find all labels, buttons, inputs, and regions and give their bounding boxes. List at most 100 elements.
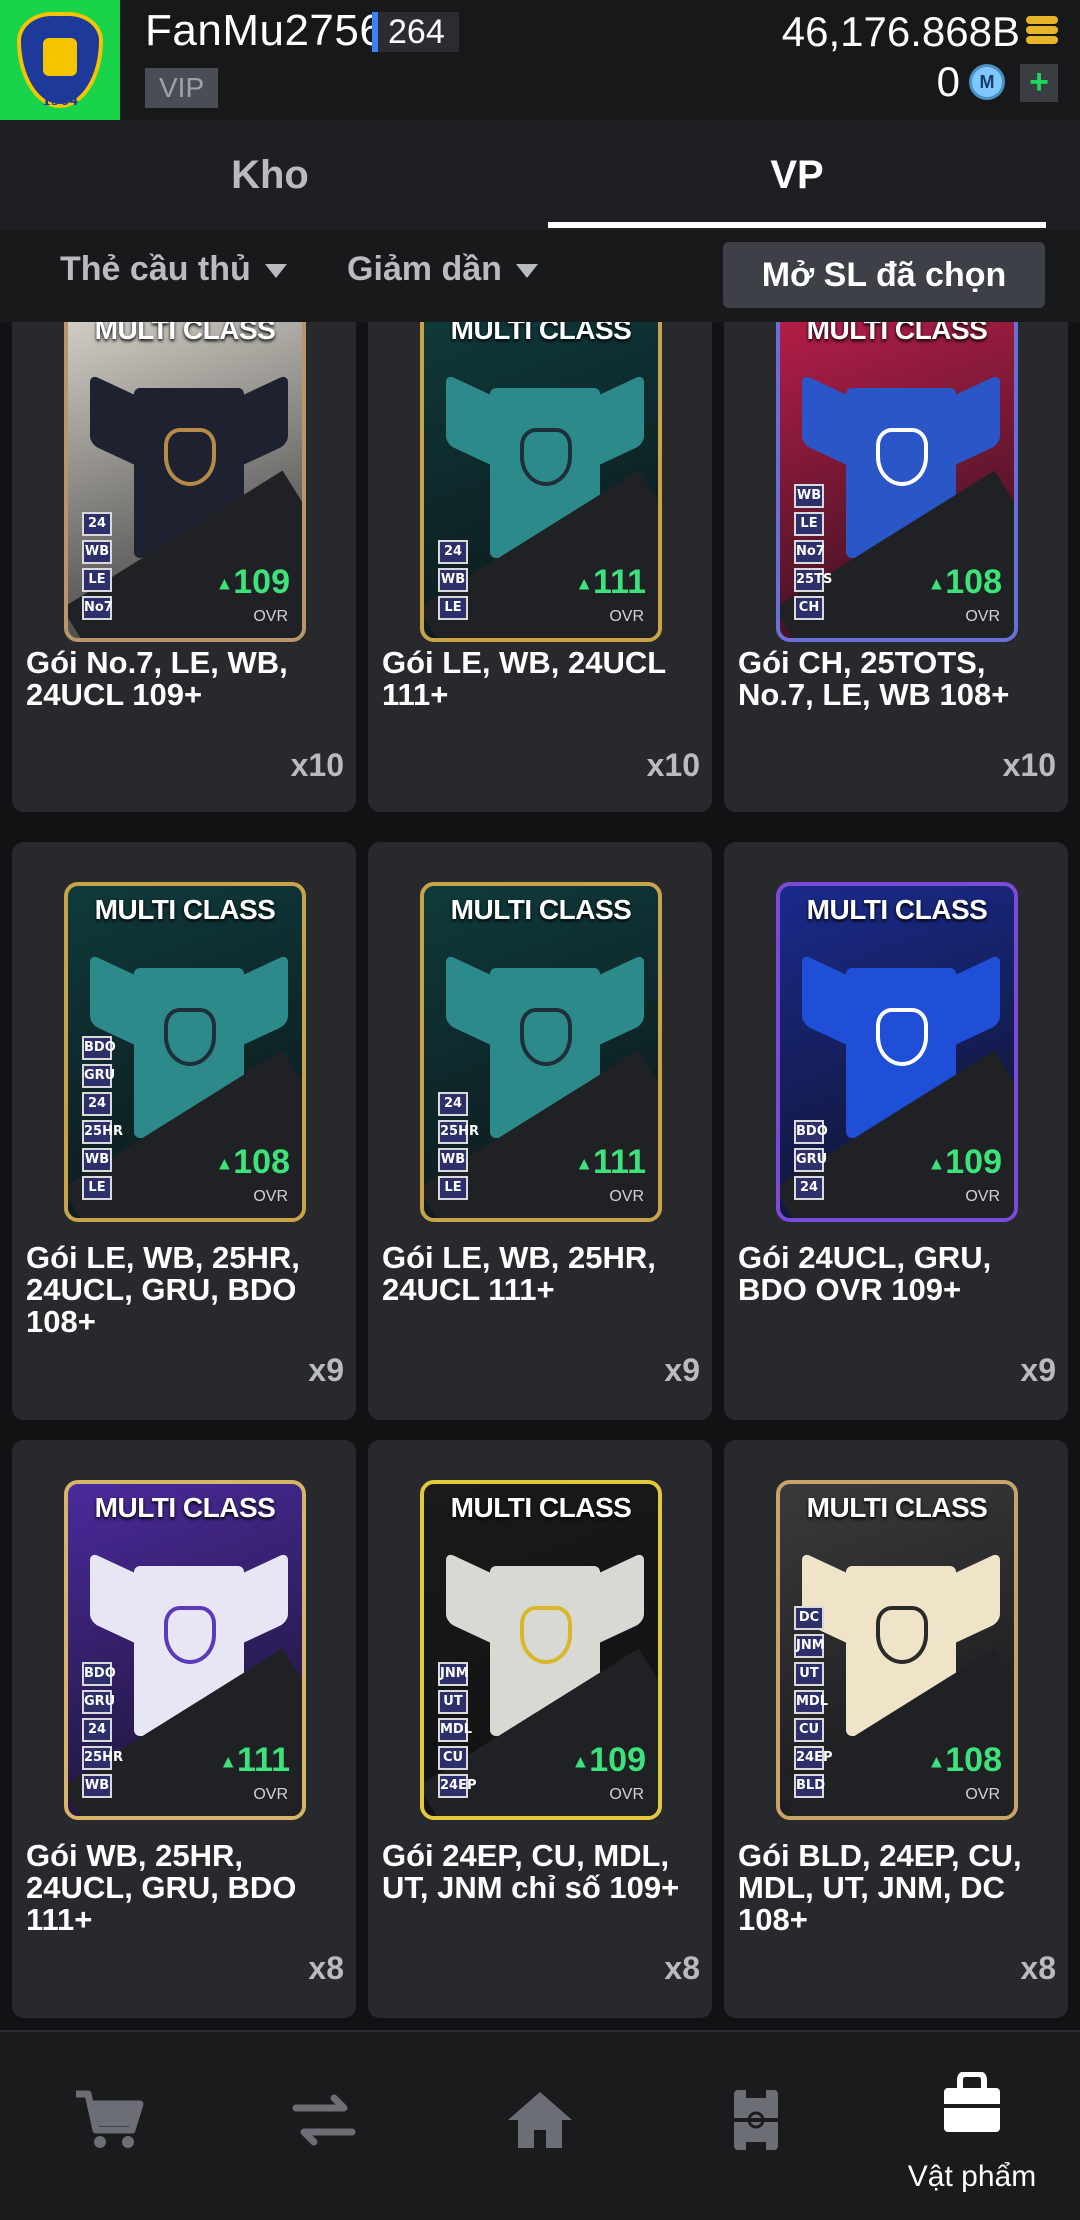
pack-card-image: MULTI CLASS 24 WB LE ▲111 OVR [420, 322, 662, 642]
tab-kho[interactable]: Kho [0, 120, 540, 230]
nav-home[interactable] [432, 2032, 648, 2220]
up-arrow-icon: ▲ [215, 573, 234, 594]
nav-items[interactable]: Vật phẩm [864, 2032, 1080, 2220]
item-quantity: x8 [308, 1950, 344, 1986]
ovr-number: 111 [237, 1741, 290, 1779]
item-quantity: x9 [308, 1352, 344, 1388]
cart-icon [76, 2090, 144, 2148]
up-arrow-icon: ▲ [575, 573, 594, 594]
season-tags: WB LE No7 25TS CH [794, 484, 832, 620]
season-tag: CH [794, 596, 824, 620]
season-tag: MDL [438, 1718, 472, 1742]
item-quantity: x10 [1002, 747, 1056, 783]
add-mcoin-button[interactable]: + [1020, 64, 1058, 102]
item-tile[interactable]: MULTI CLASS BDO GRU 24 25HR WB ▲111 OVR Gói WB, … [12, 1440, 356, 2018]
pack-card-image: MULTI CLASS WB LE No7 25TS CH ▲108 OVR [776, 322, 1018, 642]
season-tag: LE [82, 1176, 112, 1200]
ovr-number: 109 [945, 1143, 1002, 1181]
season-tag: DC [794, 1606, 824, 1630]
season-tags: BDO GRU 24 25HR WB LE [82, 1036, 123, 1200]
season-tag: WB [82, 540, 112, 564]
pack-card-image: MULTI CLASS BDO GRU 24 ▲109 OVR [776, 882, 1018, 1222]
mcoin-balance: 0 [936, 58, 960, 105]
transfer-icon [292, 2094, 356, 2146]
season-tag: UT [794, 1662, 824, 1686]
item-name: Gói LE, WB, 25HR, 24UCL, GRU, BDO 108+ [26, 1240, 300, 1339]
item-name: Gói 24EP, CU, MDL, UT, JNM chỉ số 109+ [382, 1838, 680, 1905]
season-tag: BDO [794, 1120, 828, 1144]
crest-icon [164, 1008, 216, 1066]
nav-squad[interactable] [648, 2032, 864, 2220]
club-year: 1964 [42, 89, 78, 109]
open-selected-button[interactable]: Mở SL đã chọn [723, 242, 1045, 308]
crest-icon [876, 1606, 928, 1664]
pack-card-image: MULTI CLASS JNM UT MDL CU 24EP ▲109 OVR [420, 1480, 662, 1820]
coin-stack-icon [1026, 16, 1058, 46]
season-tag: 24 [794, 1176, 824, 1200]
card-class-label: MULTI CLASS [806, 894, 988, 925]
season-tag: WB [82, 1148, 112, 1172]
season-tags: JNM UT MDL CU 24EP [438, 1662, 477, 1798]
item-tile[interactable]: MULTI CLASS 24 25HR WB LE ▲111 OVR Gói LE, WB, … [368, 842, 712, 1420]
ovr-value: ▲111 [219, 1741, 290, 1780]
ovr-value: ▲108 [927, 1741, 1002, 1780]
pack-card-image: MULTI CLASS BDO GRU 24 25HR WB ▲111 OVR [64, 1480, 306, 1820]
item-tile[interactable]: MULTI CLASS 24 WB LE No7 ▲109 OVR Gói No.7, LE,… [12, 322, 356, 812]
crest-icon [520, 1008, 572, 1066]
item-tile[interactable]: MULTI CLASS BDO GRU 24 25HR WB LE ▲108 OVR Gói LE… [12, 842, 356, 1420]
top-bar: 1964 FanMu2756 264 VIP 46,176.868B 0 M + [0, 0, 1080, 120]
ovr-value: ▲109 [927, 1143, 1002, 1182]
nav-shop[interactable] [0, 2032, 216, 2220]
item-grid: MULTI CLASS 24 WB LE No7 ▲109 OVR Gói No.7, LE,… [0, 322, 1080, 2022]
item-tile[interactable]: MULTI CLASS WB LE No7 25TS CH ▲108 OVR Gói CH, 2… [724, 322, 1068, 812]
type-filter-label: Thẻ cầu thủ [60, 250, 251, 288]
vip-badge[interactable]: VIP [145, 68, 219, 108]
season-tag: LE [438, 596, 468, 620]
season-tag: WB [794, 484, 824, 508]
item-name: Gói BLD, 24EP, CU, MDL, UT, JNM, DC 108+ [738, 1838, 1022, 1937]
club-badge-icon[interactable]: 1964 [0, 0, 120, 120]
item-tile[interactable]: MULTI CLASS JNM UT MDL CU 24EP ▲109 OVR Gói 24EP… [368, 1440, 712, 2018]
nav-transfer[interactable] [216, 2032, 432, 2220]
item-tile[interactable]: MULTI CLASS 24 WB LE ▲111 OVR Gói LE, WB, 24UC… [368, 322, 712, 812]
ovr-label: OVR [253, 1786, 288, 1803]
season-tag: GRU [82, 1690, 115, 1714]
sort-dropdown[interactable]: Giảm dần [347, 250, 538, 289]
pack-card-image: MULTI CLASS 24 25HR WB LE ▲111 OVR [420, 882, 662, 1222]
tab-vp[interactable]: VP [548, 120, 1046, 230]
ovr-value: ▲108 [215, 1143, 290, 1182]
item-tile[interactable]: MULTI CLASS BDO GRU 24 ▲109 OVR Gói 24UCL, GRU… [724, 842, 1068, 1420]
crest-icon [876, 1008, 928, 1066]
item-name: Gói LE, WB, 24UCL 111+ [382, 645, 666, 712]
season-tag: LE [438, 1176, 468, 1200]
tab-bar: Kho VP [0, 120, 1080, 230]
ovr-number: 108 [945, 1741, 1002, 1779]
season-tag: 25TS [794, 568, 832, 592]
item-quantity: x9 [1020, 1352, 1056, 1388]
ovr-value: ▲111 [575, 1143, 646, 1182]
season-tags: 24 25HR WB LE [438, 1092, 479, 1200]
season-tag: 24 [82, 1718, 112, 1742]
sort-label: Giảm dần [347, 250, 502, 288]
season-tag: 24 [438, 540, 468, 564]
nav-items-label: Vật phẩm [907, 2160, 1037, 2193]
card-class-label: MULTI CLASS [450, 322, 632, 345]
pitch-icon [734, 2090, 778, 2150]
season-tag: WB [438, 568, 468, 592]
up-arrow-icon: ▲ [215, 1153, 234, 1174]
type-filter-dropdown[interactable]: Thẻ cầu thủ [60, 250, 287, 289]
item-name: Gói LE, WB, 25HR, 24UCL 111+ [382, 1240, 656, 1307]
season-tag: BLD [794, 1774, 825, 1798]
level-badge: 264 [372, 12, 459, 52]
item-tile[interactable]: MULTI CLASS DC JNM UT MDL CU 24EP BLD ▲108 OVR Gói… [724, 1440, 1068, 2018]
item-name: Gói 24UCL, GRU, BDO OVR 109+ [738, 1240, 992, 1307]
crest-icon [520, 1606, 572, 1664]
item-quantity: x10 [646, 747, 700, 783]
season-tag: 24 [438, 1092, 468, 1116]
home-icon [508, 2092, 572, 2148]
up-arrow-icon: ▲ [927, 1153, 946, 1174]
season-tag: WB [82, 1774, 112, 1798]
card-class-label: MULTI CLASS [450, 1492, 632, 1523]
ovr-label: OVR [253, 1188, 288, 1205]
up-arrow-icon: ▲ [571, 1751, 590, 1772]
